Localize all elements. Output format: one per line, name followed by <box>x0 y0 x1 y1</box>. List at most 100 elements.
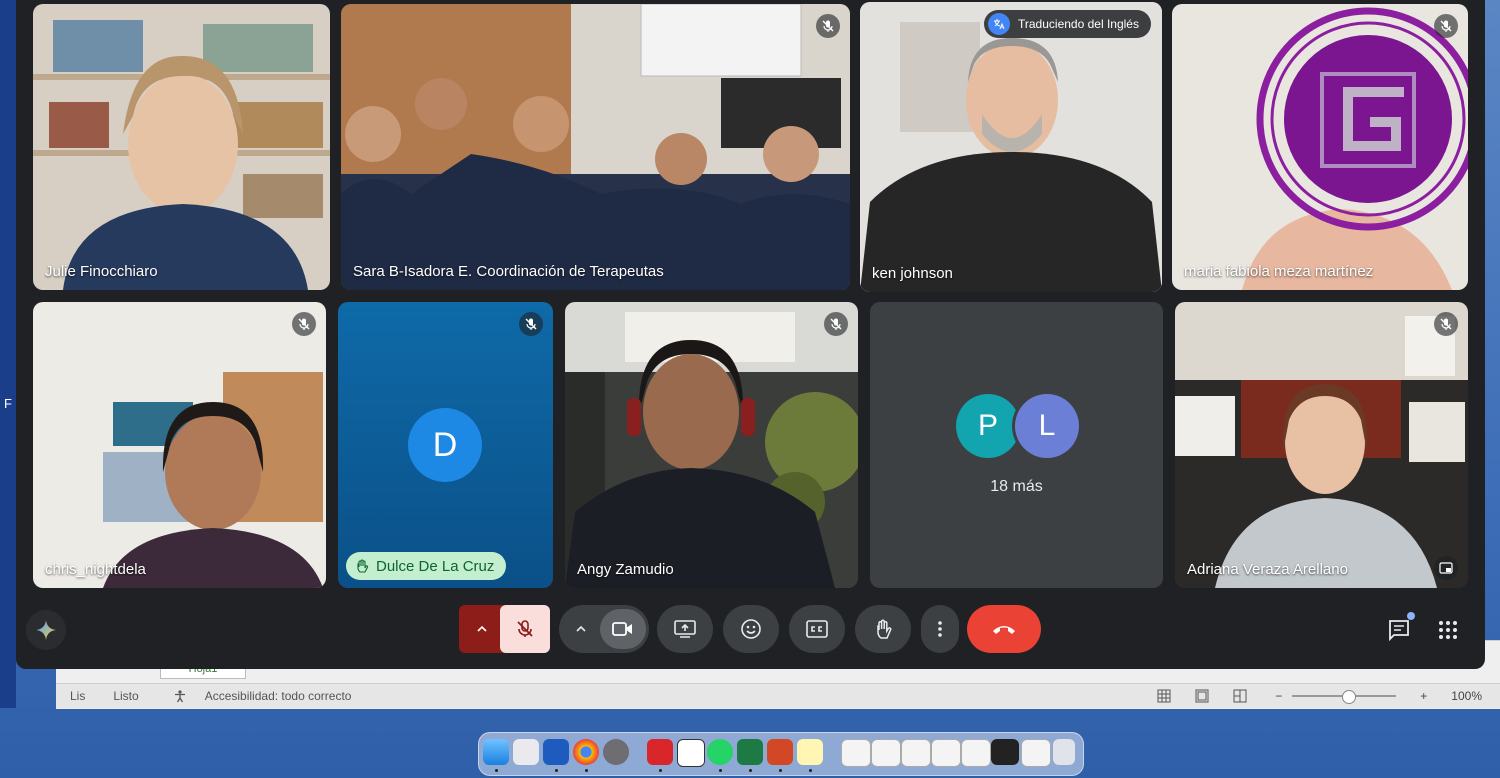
participant-tile-dulce[interactable]: D Dulce De La Cruz <box>338 302 553 588</box>
running-indicator <box>809 769 812 772</box>
translation-badge[interactable]: Traduciendo del Inglés <box>984 10 1151 38</box>
activities-button[interactable] <box>1428 610 1468 650</box>
participant-name: Dulce De La Cruz <box>376 557 495 575</box>
video-feed <box>1172 4 1468 290</box>
excel-status-bar: Lis Listo Accesibilidad: todo correcto −… <box>56 683 1500 708</box>
participant-tile-angy[interactable]: Angy Zamudio <box>565 302 858 588</box>
zoom-level: 100% <box>1451 689 1482 703</box>
participant-tile-julie[interactable]: Julie Finocchiaro <box>33 4 330 290</box>
microphone-button[interactable] <box>500 605 550 653</box>
participant-avatar: L <box>1015 394 1079 458</box>
launchpad-icon[interactable] <box>513 739 539 765</box>
participant-tile-sara[interactable]: Sara B-Isadora E. Coordinación de Terape… <box>341 4 850 290</box>
background-window-edge: F <box>0 0 16 708</box>
camera-group <box>559 605 649 653</box>
video-feed <box>565 302 858 588</box>
finder-icon[interactable] <box>483 739 509 765</box>
raise-hand-button[interactable] <box>855 605 911 653</box>
participant-tile-chris[interactable]: chris_nightdela <box>33 302 326 588</box>
video-feed <box>1175 302 1468 588</box>
minimized-window-icon[interactable] <box>1021 739 1051 767</box>
acrobat-icon[interactable] <box>647 739 673 765</box>
accessibility-label: Accesibilidad: todo correcto <box>204 689 352 703</box>
captions-button[interactable] <box>789 605 845 653</box>
minimized-window-icon[interactable] <box>841 739 871 767</box>
running-indicator <box>659 769 662 772</box>
camera-icon <box>612 622 632 636</box>
participant-tile-maria[interactable]: maria fabiola meza martínez <box>1172 4 1468 290</box>
mic-off-icon <box>298 318 310 330</box>
video-feed <box>33 302 326 588</box>
powerpoint-icon[interactable] <box>767 739 793 765</box>
participant-name: Adriana Veraza Arellano <box>1187 561 1348 578</box>
chrome-icon[interactable] <box>573 739 599 765</box>
zoom-out-icon[interactable]: − <box>1275 689 1282 703</box>
normal-view-icon[interactable] <box>1157 689 1171 703</box>
gemini-button[interactable] <box>26 610 66 650</box>
meet-window: Julie Finocchiaro Sara B-Isadora E. Coor… <box>16 0 1485 669</box>
participant-tile-ken[interactable]: Traduciendo del Inglés ken johnson <box>860 2 1162 292</box>
running-indicator <box>495 769 498 772</box>
minimized-window-icon[interactable] <box>931 739 961 767</box>
muted-indicator <box>1434 14 1458 38</box>
chevron-up-icon <box>477 625 487 632</box>
zoom-in-icon[interactable]: + <box>1420 689 1427 703</box>
dock <box>478 732 1084 776</box>
chat-button[interactable] <box>1379 610 1419 650</box>
mic-off-icon <box>830 318 842 330</box>
mic-off-icon <box>1440 318 1452 330</box>
trash-icon[interactable] <box>1053 739 1075 765</box>
page-break-icon[interactable] <box>1233 689 1247 703</box>
word-icon[interactable] <box>543 739 569 765</box>
raise-hand-icon <box>877 619 892 639</box>
status-ready: Listo <box>113 689 139 703</box>
translation-label: Traduciendo del Inglés <box>1018 17 1139 31</box>
participant-name: Angy Zamudio <box>577 561 674 578</box>
pip-icon[interactable] <box>1434 556 1458 580</box>
notes-icon[interactable] <box>797 739 823 765</box>
participant-name: Julie Finocchiaro <box>45 263 158 280</box>
running-indicator <box>749 769 752 772</box>
zoom-slider[interactable] <box>1292 690 1397 704</box>
excel-icon[interactable] <box>737 739 763 765</box>
running-indicator <box>555 769 558 772</box>
muted-indicator <box>519 312 543 336</box>
participant-tile-adriana[interactable]: Adriana Veraza Arellano <box>1175 302 1468 588</box>
camera-button[interactable] <box>600 609 646 649</box>
minimized-window-icon[interactable] <box>871 739 901 767</box>
participant-name: maria fabiola meza martínez <box>1184 263 1374 280</box>
running-indicator <box>719 769 722 772</box>
present-icon <box>674 620 696 638</box>
translate-icon <box>988 13 1010 35</box>
video-feed <box>341 4 850 290</box>
page-layout-icon[interactable] <box>1195 689 1209 703</box>
video-feed <box>33 4 330 290</box>
participant-name: Sara B-Isadora E. Coordinación de Terape… <box>353 263 664 280</box>
emoji-button[interactable] <box>723 605 779 653</box>
status-right-controls: − + 100% <box>1157 684 1482 708</box>
camera-options-button[interactable] <box>562 625 600 633</box>
zoom-knob[interactable] <box>1342 690 1357 704</box>
minimized-window-icon[interactable] <box>991 739 1019 765</box>
more-participants-label: 18 más <box>990 478 1043 495</box>
more-options-button[interactable] <box>921 605 959 653</box>
leave-call-button[interactable] <box>967 605 1041 653</box>
sparkle-icon <box>36 620 56 640</box>
whatsapp-icon[interactable] <box>707 739 733 765</box>
minimized-window-icon[interactable] <box>961 739 991 767</box>
more-vert-icon <box>938 621 942 637</box>
muted-indicator <box>824 312 848 336</box>
minimized-window-icon[interactable] <box>901 739 931 767</box>
captions-icon <box>806 620 828 638</box>
raise-hand-icon <box>357 559 369 573</box>
mic-off-icon <box>517 620 533 637</box>
participant-tile-more[interactable]: P L 18 más <box>870 302 1163 588</box>
present-button[interactable] <box>657 605 713 653</box>
mic-options-button[interactable] <box>459 605 505 653</box>
accessibility-status[interactable]: Accesibilidad: todo correcto <box>173 689 352 703</box>
participant-avatar: P <box>956 394 1020 458</box>
system-settings-icon[interactable] <box>603 739 629 765</box>
notion-icon[interactable] <box>677 739 705 767</box>
status-left-text: Lis <box>70 689 86 703</box>
mic-off-icon <box>822 20 834 32</box>
